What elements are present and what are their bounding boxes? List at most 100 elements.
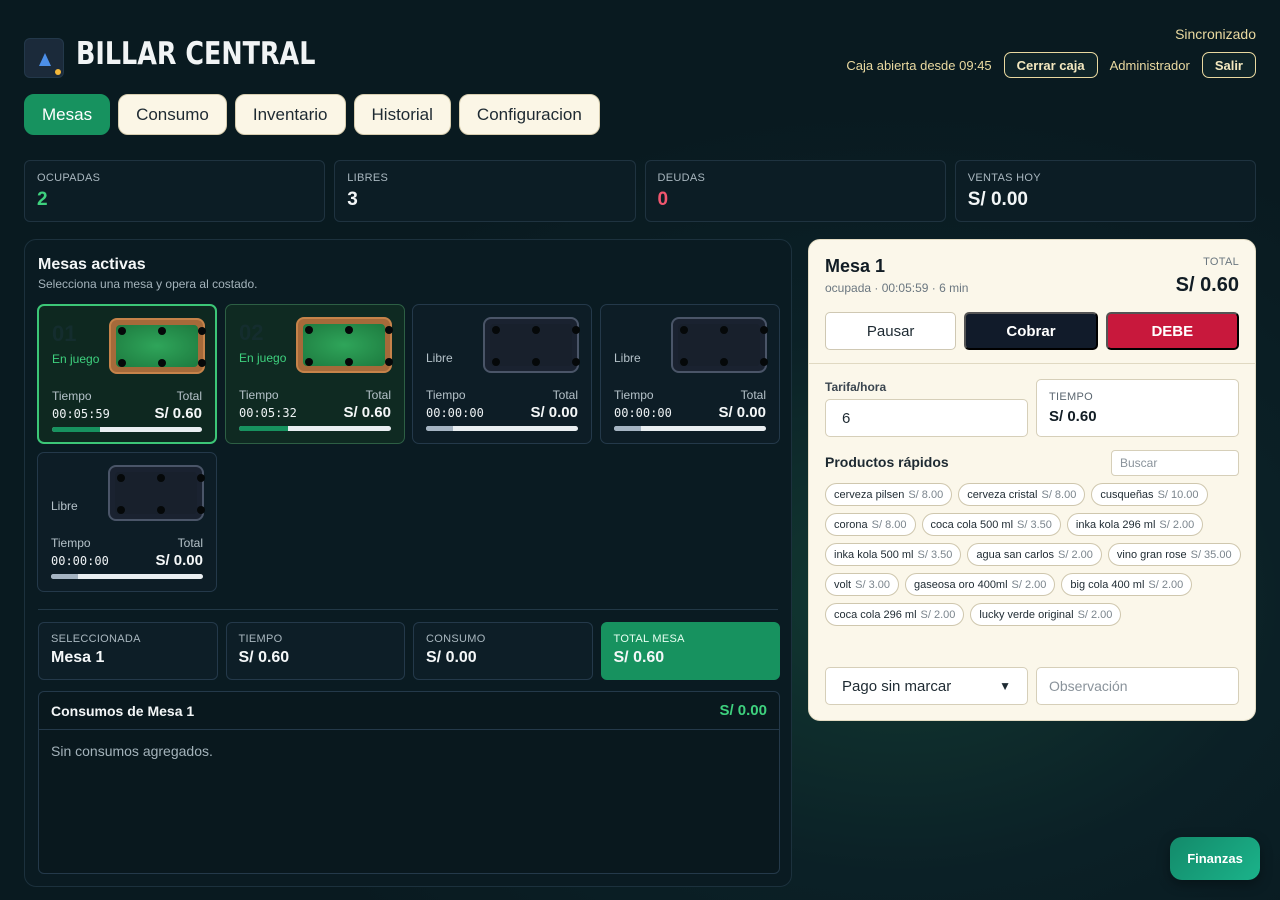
- product-chip[interactable]: big cola 400 ml S/ 2.00: [1061, 573, 1193, 596]
- pocket-icon: [385, 326, 393, 334]
- product-chip[interactable]: coca cola 500 ml S/ 3.50: [921, 513, 1061, 536]
- rate-input[interactable]: 6: [825, 399, 1028, 437]
- mesa-detail-panel: Mesa 1 ocupada · 00:05:59 · 6 min TOTAL …: [808, 239, 1256, 721]
- mesas-panel: Mesas activas Selecciona una mesa y oper…: [24, 239, 792, 887]
- pocket-icon: [157, 506, 165, 514]
- tab-mesas[interactable]: Mesas: [24, 94, 111, 135]
- mesa-card[interactable]: 01 En juego Tiempo Total 00:05:59 S/ 0.60: [37, 304, 217, 444]
- mesa-card[interactable]: Libre Tiempo Total 00:00:00 S/ 0.00: [37, 452, 217, 592]
- pocket-icon: [492, 326, 500, 334]
- product-price: S/ 3.50: [1017, 518, 1052, 531]
- mesa-progress-fill: [51, 574, 79, 579]
- product-chip[interactable]: inka kola 500 ml S/ 3.50: [825, 543, 962, 566]
- product-chip[interactable]: cerveza cristal S/ 8.00: [958, 483, 1086, 506]
- product-price: S/ 3.50: [917, 548, 953, 561]
- product-chip[interactable]: agua san carlos S/ 2.00: [967, 543, 1102, 566]
- mesa-card[interactable]: Libre Tiempo Total 00:00:00 S/ 0.00: [412, 304, 592, 444]
- total-label: Total: [740, 388, 766, 402]
- tab-historial[interactable]: Historial: [353, 94, 451, 135]
- logout-button[interactable]: Salir: [1201, 52, 1256, 78]
- tab-consumo[interactable]: Consumo: [118, 94, 227, 135]
- payment-select[interactable]: Pago sin marcar ▼: [825, 667, 1028, 705]
- summary-time: TIEMPO S/ 0.60: [225, 622, 405, 680]
- mesa-card[interactable]: 02 En juego Tiempo Total 00:05:32 S/ 0.60: [225, 304, 405, 444]
- stat-label: LIBRES: [347, 172, 389, 184]
- tab-inventario[interactable]: Inventario: [234, 94, 346, 135]
- close-cash-button[interactable]: Cerrar caja: [1003, 52, 1098, 78]
- mesa-progress-bar: [51, 574, 203, 579]
- product-name: gaseosa oro 400ml: [913, 578, 1008, 591]
- pocket-icon: [572, 358, 580, 366]
- pocket-icon: [760, 358, 768, 366]
- product-price: S/ 35.00: [1190, 548, 1232, 561]
- detail-total: S/ 0.60: [1175, 274, 1239, 296]
- pocket-icon: [197, 506, 205, 514]
- product-chip[interactable]: gaseosa oro 400ml S/ 2.00: [904, 573, 1056, 596]
- product-name: coca cola 500 ml: [930, 518, 1014, 531]
- consumos-title: Consumos de Mesa 1: [51, 702, 195, 719]
- debt-button[interactable]: DEBE: [1105, 312, 1239, 350]
- product-price: S/ 2.00: [1148, 578, 1184, 591]
- stat-label: OCUPADAS: [37, 172, 101, 184]
- mesa-progress-bar: [614, 426, 766, 431]
- summary-row: SELECCIONADA Mesa 1 TIEMPO S/ 0.60 CONSU…: [38, 622, 780, 680]
- time-box: TIEMPO S/ 0.60: [1036, 379, 1239, 437]
- pocket-icon: [198, 327, 206, 335]
- pocket-icon: [492, 358, 500, 366]
- observation-input[interactable]: [1036, 667, 1239, 705]
- time-box-value: S/ 0.60: [1049, 408, 1097, 425]
- payment-select-value: Pago sin marcar: [842, 677, 952, 695]
- summary-value: S/ 0.00: [426, 649, 477, 666]
- product-chip[interactable]: corona S/ 8.00: [825, 513, 916, 536]
- product-price: S/ 2.00: [1159, 518, 1195, 531]
- product-price: S/ 2.00: [1011, 578, 1047, 591]
- pocket-icon: [305, 358, 313, 366]
- product-chip[interactable]: lucky verde original S/ 2.00: [970, 603, 1122, 626]
- tab-configuracion[interactable]: Configuracion: [458, 94, 600, 135]
- product-chip[interactable]: volt S/ 3.00: [825, 573, 899, 596]
- table-felt: [303, 324, 393, 366]
- mesa-total: S/ 0.00: [718, 404, 766, 421]
- mesa-progress-fill: [426, 426, 454, 431]
- pool-table-icon: [296, 317, 393, 373]
- mesa-state: Libre: [614, 351, 641, 365]
- finanzas-button[interactable]: Finanzas: [1170, 837, 1260, 880]
- summary-value: S/ 0.60: [238, 649, 290, 666]
- pocket-icon: [117, 474, 125, 482]
- product-name: corona: [834, 518, 868, 531]
- time-label: Tiempo: [426, 388, 466, 402]
- stat-value: 0: [657, 189, 669, 210]
- pause-button[interactable]: Pausar: [825, 312, 957, 350]
- mesa-total: S/ 0.00: [155, 552, 203, 569]
- product-name: coca cola 296 ml: [834, 608, 917, 621]
- stat-deudas: DEUDAS 0: [644, 160, 946, 222]
- stats-row: OCUPADAS 2 LIBRES 3 DEUDAS 0 VENTAS HOY …: [24, 160, 1256, 222]
- summary-selected: SELECCIONADA Mesa 1: [38, 622, 218, 680]
- product-chip[interactable]: cerveza pilsen S/ 8.00: [825, 483, 953, 506]
- pool-table-icon: [108, 465, 205, 521]
- summary-total: TOTAL MESA S/ 0.60: [600, 622, 780, 680]
- product-chip[interactable]: inka kola 296 ml S/ 2.00: [1066, 513, 1204, 536]
- product-chip[interactable]: cusqueñas S/ 10.00: [1091, 483, 1208, 506]
- product-name: agua san carlos: [976, 548, 1055, 561]
- pocket-icon: [680, 358, 688, 366]
- pocket-icon: [760, 326, 768, 334]
- pool-table-icon: [109, 318, 206, 374]
- charge-button[interactable]: Cobrar: [964, 312, 1098, 350]
- detail-total-label: TOTAL: [1203, 256, 1239, 268]
- product-search-input[interactable]: [1111, 450, 1239, 476]
- product-price: S/ 2.00: [1077, 608, 1113, 621]
- consumos-empty-text: Sin consumos agregados.: [51, 743, 213, 759]
- product-name: inka kola 500 ml: [834, 548, 914, 561]
- pocket-icon: [198, 359, 206, 367]
- stat-ocupadas: OCUPADAS 2: [24, 160, 326, 222]
- product-price: S/ 8.00: [1041, 488, 1077, 501]
- product-chip[interactable]: coca cola 296 ml S/ 2.00: [825, 603, 965, 626]
- mesas-panel-title: Mesas activas: [38, 256, 146, 273]
- consumos-header: Consumos de Mesa 1 S/ 0.00: [39, 692, 779, 730]
- pocket-icon: [345, 358, 353, 366]
- table-felt: [678, 324, 768, 366]
- mesa-card[interactable]: Libre Tiempo Total 00:00:00 S/ 0.00: [600, 304, 780, 444]
- product-chip[interactable]: vino gran rose S/ 35.00: [1107, 543, 1241, 566]
- logo-dot-icon: [55, 69, 61, 75]
